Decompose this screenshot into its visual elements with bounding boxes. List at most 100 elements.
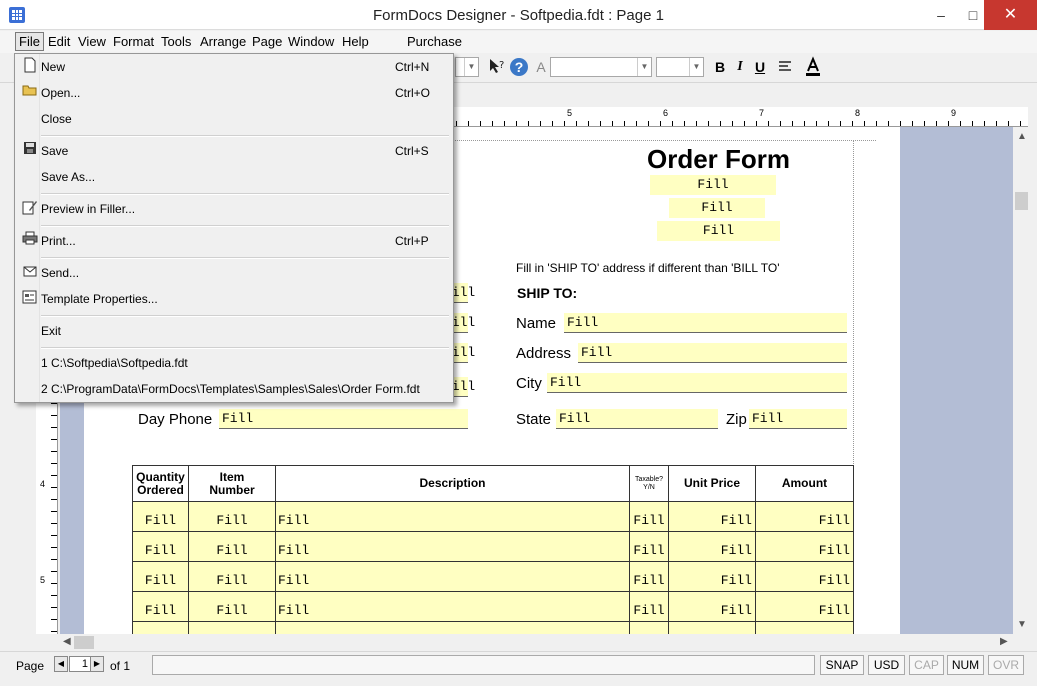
menu-item-label: New (41, 60, 66, 74)
ship-city-field[interactable]: Fill (547, 373, 847, 393)
tax-cell[interactable]: Fill (629, 591, 669, 622)
next-page-icon[interactable]: ▶ (90, 656, 104, 672)
italic-button[interactable]: I (729, 56, 751, 78)
vertical-scrollbar[interactable]: ▲ ▼ (1013, 127, 1030, 634)
table-row: Fill Fill Fill Fill Fill Fill (132, 531, 854, 562)
desc-cell[interactable]: Fill (275, 561, 630, 592)
desc-cell[interactable]: Fill (275, 501, 630, 532)
ship-zip-field[interactable]: Fill (749, 409, 847, 429)
underline-button[interactable]: U (749, 56, 771, 78)
menu-item-label: Exit (41, 324, 62, 338)
amount-cell[interactable]: Fill (755, 561, 854, 592)
ruler-label: 7 (759, 108, 765, 118)
text-color-icon[interactable] (802, 56, 824, 78)
vertical-scroll-thumb[interactable] (1015, 192, 1028, 210)
table-row (132, 621, 854, 634)
menu-item-send[interactable]: Send... (15, 261, 453, 285)
menu-item-new[interactable]: New Ctrl+N (15, 55, 453, 79)
amount-cell[interactable] (755, 621, 854, 634)
menu-help[interactable]: Help (339, 34, 372, 49)
menu-item-preview[interactable]: Preview in Filler... (15, 197, 453, 221)
new-document-icon (22, 57, 38, 73)
tax-cell[interactable] (629, 621, 669, 634)
horizontal-scrollbar[interactable]: ◀ ▶ (60, 634, 1013, 651)
day-phone-field[interactable]: Fill (219, 409, 468, 429)
desc-cell[interactable]: Fill (275, 591, 630, 622)
file-menu-dropdown: New Ctrl+N Open... Ctrl+O Close Save Ctr… (14, 53, 454, 403)
currency-indicator[interactable]: USD (868, 655, 905, 675)
scroll-up-icon[interactable]: ▲ (1017, 131, 1027, 142)
unit-cell[interactable] (668, 621, 756, 634)
scroll-right-icon[interactable]: ▶ (1000, 636, 1008, 647)
prev-page-icon[interactable]: ◀ (54, 656, 68, 672)
item-cell[interactable]: Fill (188, 591, 276, 622)
menu-purchase[interactable]: Purchase (404, 34, 465, 49)
tax-cell[interactable]: Fill (629, 561, 669, 592)
menu-item-template-properties[interactable]: Template Properties... (15, 287, 453, 311)
unit-cell[interactable]: Fill (668, 531, 756, 562)
context-help-icon[interactable]: ? (486, 56, 508, 78)
table-header-row: Quantity Ordered Item Number Description T… (132, 465, 854, 502)
menu-item-print[interactable]: Print... Ctrl+P (15, 229, 453, 253)
item-cell[interactable]: Fill (188, 531, 276, 562)
ship-name-field[interactable]: Fill (564, 313, 847, 333)
font-size-select[interactable]: ▼ (656, 57, 704, 77)
tax-cell[interactable]: Fill (629, 531, 669, 562)
menu-format[interactable]: Format (110, 34, 157, 49)
menu-arrange[interactable]: Arrange (197, 34, 249, 49)
menu-item-recent-2[interactable]: 2 C:\ProgramData\FormDocs\Templates\Samp… (15, 377, 453, 401)
help-icon[interactable]: ? (510, 58, 528, 76)
tax-cell[interactable]: Fill (629, 501, 669, 532)
item-cell[interactable] (188, 621, 276, 634)
header-field-3[interactable]: Fill (657, 221, 780, 241)
close-button[interactable]: ✕ (984, 0, 1037, 30)
amount-cell[interactable]: Fill (755, 591, 854, 622)
menu-edit[interactable]: Edit (45, 34, 73, 49)
amount-cell[interactable]: Fill (755, 501, 854, 532)
unit-cell[interactable]: Fill (668, 561, 756, 592)
header-field-1[interactable]: Fill (650, 175, 776, 195)
menu-item-close[interactable]: Close (15, 107, 453, 131)
desc-cell[interactable] (275, 621, 630, 634)
toolbar-combo-left[interactable]: ▼ (455, 57, 479, 77)
menu-page[interactable]: Page (249, 34, 285, 49)
menu-item-label: Send... (41, 266, 80, 280)
scroll-down-icon[interactable]: ▼ (1017, 619, 1027, 630)
menu-view[interactable]: View (75, 34, 109, 49)
unit-cell[interactable]: Fill (668, 591, 756, 622)
amount-cell[interactable]: Fill (755, 531, 854, 562)
qty-cell[interactable]: Fill (132, 591, 189, 622)
scroll-left-icon[interactable]: ◀ (63, 636, 71, 647)
menu-tools[interactable]: Tools (158, 34, 194, 49)
menu-item-open[interactable]: Open... Ctrl+O (15, 81, 453, 105)
menu-window[interactable]: Window (285, 34, 337, 49)
qty-cell[interactable]: Fill (132, 561, 189, 592)
col-amount: Amount (755, 465, 854, 502)
order-items-table: Quantity Ordered Item Number Description T… (132, 465, 854, 634)
item-cell[interactable]: Fill (188, 561, 276, 592)
desc-cell[interactable]: Fill (275, 531, 630, 562)
page-number-input[interactable]: 1 (69, 656, 91, 672)
ruler-label: 5 (567, 108, 573, 118)
ship-address-field[interactable]: Fill (578, 343, 847, 363)
horizontal-scroll-thumb[interactable] (74, 636, 94, 649)
menu-item-save-as[interactable]: Save As... (15, 165, 453, 189)
unit-cell[interactable]: Fill (668, 501, 756, 532)
font-name-select[interactable]: ▼ (550, 57, 652, 77)
item-cell[interactable]: Fill (188, 501, 276, 532)
overwrite-indicator: OVR (988, 655, 1024, 675)
font-icon[interactable]: A (534, 56, 548, 78)
header-field-2[interactable]: Fill (669, 198, 765, 218)
menu-item-exit[interactable]: Exit (15, 319, 453, 343)
bold-button[interactable]: B (709, 56, 731, 78)
snap-indicator[interactable]: SNAP (820, 655, 864, 675)
menu-file[interactable]: File (15, 32, 44, 51)
ship-state-field[interactable]: Fill (556, 409, 718, 429)
qty-cell[interactable]: Fill (132, 501, 189, 532)
line-spacing-icon[interactable] (774, 56, 796, 78)
menu-item-recent-1[interactable]: 1 C:\Softpedia\Softpedia.fdt (15, 351, 453, 375)
qty-cell[interactable] (132, 621, 189, 634)
menu-item-save[interactable]: Save Ctrl+S (15, 139, 453, 163)
chevron-down-icon: ▼ (689, 58, 703, 76)
qty-cell[interactable]: Fill (132, 531, 189, 562)
